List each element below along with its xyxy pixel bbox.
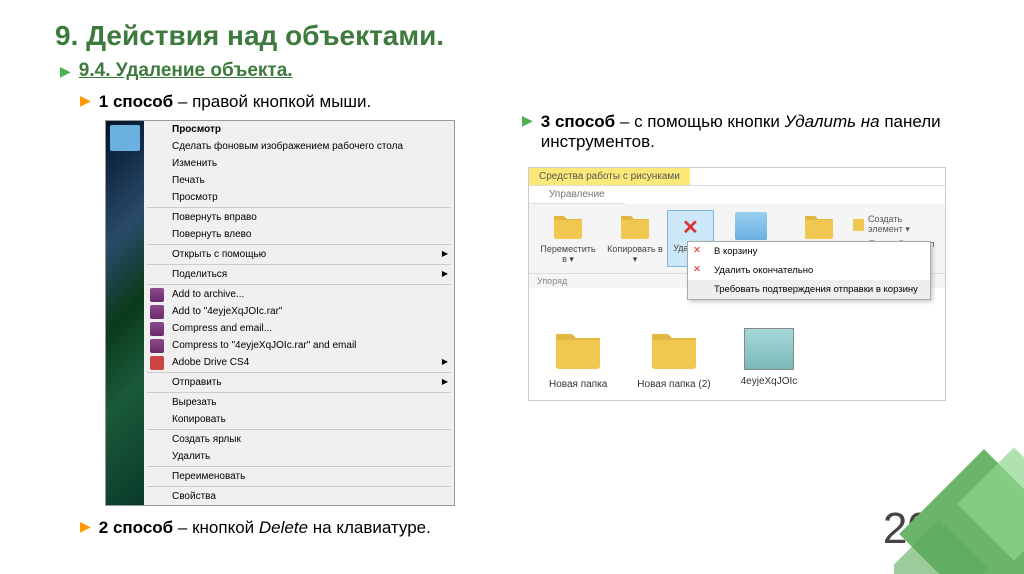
context-menu-item[interactable]: Повернуть влево: [144, 226, 454, 243]
delete-x-icon: ✕: [682, 215, 699, 240]
dropdown-to-trash[interactable]: ✕ В корзину: [688, 242, 930, 261]
context-menu-item[interactable]: Просмотр: [144, 189, 454, 206]
image-thumbnail: [744, 328, 794, 370]
adobe-icon: [150, 356, 164, 370]
context-menu-item[interactable]: Adobe Drive CS4▶: [144, 354, 454, 371]
context-menu-screenshot: ПросмотрСделать фоновым изображением раб…: [105, 120, 455, 506]
context-menu-item[interactable]: Поделиться▶: [144, 266, 454, 283]
context-menu-item[interactable]: Compress to "4eyjeXqJOIc.rar" and email: [144, 337, 454, 354]
menu-separator: [147, 372, 451, 373]
files-area: Новая папка Новая папка (2) 4eyjeXqJOIc: [529, 288, 945, 400]
context-menu-item[interactable]: Свойства: [144, 488, 454, 505]
context-menu-item[interactable]: Compress and email...: [144, 320, 454, 337]
context-menu-item[interactable]: Add to archive...: [144, 286, 454, 303]
submenu-arrow-icon: ▶: [442, 269, 448, 278]
menu-separator: [147, 429, 451, 430]
bullet-icon: ▶: [80, 92, 91, 109]
context-menu-item[interactable]: Изменить: [144, 155, 454, 172]
winrar-icon: [150, 305, 164, 319]
folder-item[interactable]: Новая папка (2): [637, 328, 710, 390]
context-menu: ПросмотрСделать фоновым изображением раб…: [144, 121, 454, 505]
context-menu-item[interactable]: Повернуть вправо: [144, 209, 454, 226]
image-file-item[interactable]: 4eyjeXqJOIc: [741, 328, 798, 390]
dropdown-delete-permanent[interactable]: ✕ Удалить окончательно: [688, 261, 930, 280]
menu-separator: [147, 486, 451, 487]
ribbon-subtab: Управление: [529, 186, 625, 204]
context-menu-item[interactable]: Переименовать: [144, 468, 454, 485]
bullet-icon: ▶: [60, 63, 71, 80]
context-menu-item[interactable]: Удалить: [144, 448, 454, 465]
x-icon: ✕: [693, 245, 707, 259]
winrar-icon: [150, 339, 164, 353]
submenu-arrow-icon: ▶: [442, 377, 448, 386]
menu-separator: [147, 284, 451, 285]
winrar-icon: [150, 322, 164, 336]
new-item-icon: [853, 219, 864, 231]
subtitle-row: ▶ 9.4. Удаление объекта.: [60, 60, 969, 82]
method-2: ▶ 2 способ – кнопкой Delete на клавиатур…: [80, 518, 502, 538]
submenu-arrow-icon: ▶: [442, 249, 448, 258]
ribbon-new-item[interactable]: Создать элемент ▾: [849, 212, 941, 237]
context-menu-item[interactable]: Вырезать: [144, 394, 454, 411]
menu-separator: [147, 264, 451, 265]
context-menu-item[interactable]: Открыть с помощью▶: [144, 246, 454, 263]
context-menu-item[interactable]: Копировать: [144, 411, 454, 428]
method-1: ▶ 1 способ – правой кнопкой мыши.: [80, 92, 502, 112]
context-menu-item[interactable]: Создать ярлык: [144, 431, 454, 448]
menu-separator: [147, 207, 451, 208]
desktop-file-icon: [110, 125, 140, 151]
menu-separator: [147, 244, 451, 245]
slide-title: 9. Действия над объектами.: [55, 20, 969, 52]
bullet-icon: ▶: [522, 112, 533, 129]
subtitle: 9.4. Удаление объекта.: [79, 60, 293, 82]
x-icon: ✕: [693, 264, 707, 278]
bullet-icon: ▶: [80, 518, 91, 535]
ribbon-tab-header: Средства работы с рисунками: [529, 168, 690, 185]
menu-separator: [147, 392, 451, 393]
dropdown-confirm[interactable]: Требовать подтверждения отправки в корзи…: [688, 280, 930, 299]
context-menu-item[interactable]: Отправить▶: [144, 374, 454, 391]
corner-decoration: [894, 444, 1024, 574]
context-menu-item[interactable]: Печать: [144, 172, 454, 189]
ribbon-screenshot: Средства работы с рисунками Управление П…: [528, 167, 946, 401]
delete-dropdown: ✕ В корзину ✕ Удалить окончательно Требо…: [687, 241, 931, 300]
submenu-arrow-icon: ▶: [442, 357, 448, 366]
method-3: ▶ 3 способ – с помощью кнопки Удалить на…: [522, 112, 969, 152]
context-menu-item[interactable]: Add to "4eyjeXqJOIc.rar": [144, 303, 454, 320]
context-menu-item[interactable]: Просмотр: [144, 121, 454, 138]
method-1-text: 1 способ – правой кнопкой мыши.: [99, 92, 372, 112]
context-menu-item[interactable]: Сделать фоновым изображением рабочего ст…: [144, 138, 454, 155]
method-2-text: 2 способ – кнопкой Delete на клавиатуре.: [99, 518, 431, 538]
desktop-background: [106, 121, 144, 505]
winrar-icon: [150, 288, 164, 302]
ribbon-move-button[interactable]: Переместить в ▾: [533, 210, 603, 267]
method-3-text: 3 способ – с помощью кнопки Удалить на п…: [541, 112, 969, 152]
folder-item[interactable]: Новая папка: [549, 328, 607, 390]
menu-separator: [147, 466, 451, 467]
ribbon-copy-button[interactable]: Копировать в ▾: [603, 210, 667, 267]
